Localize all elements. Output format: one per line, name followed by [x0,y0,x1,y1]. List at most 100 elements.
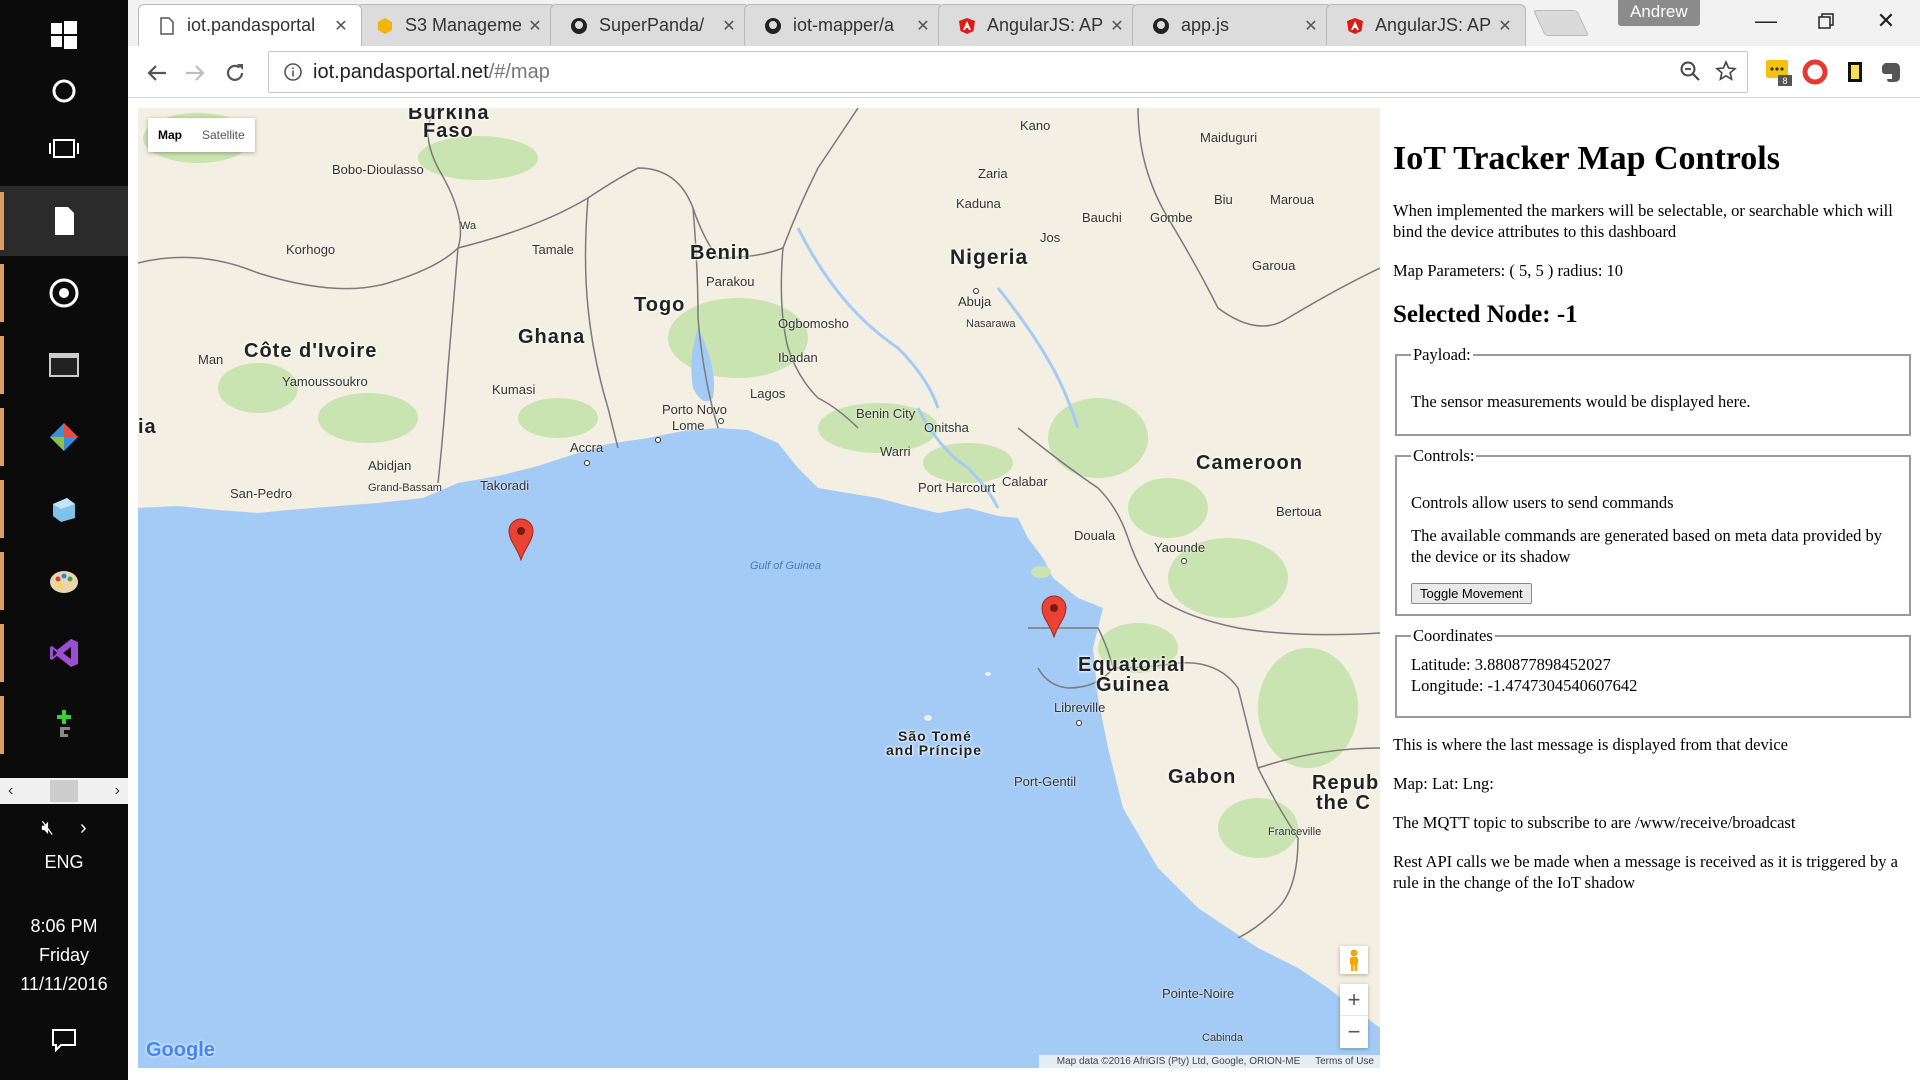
city-accra: Accra [570,440,604,455]
clock-time: 8:06 PM [30,916,98,936]
map-marker-1[interactable] [507,517,535,561]
tab-app-js[interactable]: app.js ✕ [1132,4,1332,46]
info-icon[interactable] [283,62,303,82]
close-icon[interactable]: ✕ [721,16,737,36]
map-parameters: Map Parameters: ( 5, 5 ) radius: 10 [1393,261,1624,280]
controls-text: Controls allow users to send commands [1411,493,1674,512]
taskbar-app-file[interactable] [0,186,128,256]
evernote-button[interactable] [1876,57,1906,87]
taskbar-app-visual-studio[interactable] [0,618,128,688]
reload-button[interactable] [218,56,252,90]
taskbar-app-extra[interactable] [0,690,128,760]
minimize-button[interactable]: — [1736,4,1796,38]
close-icon[interactable]: ✕ [527,16,543,36]
profile-button[interactable]: Andrew [1618,0,1700,26]
task-view-button[interactable] [0,114,128,184]
city-franceville: Franceville [1268,826,1322,838]
back-button[interactable] [140,56,174,90]
language-indicator[interactable]: ENG [0,852,128,873]
zoom-icon[interactable] [1679,60,1701,82]
taskbar-clock[interactable]: 8:06 PM Friday 11/11/2016 [0,912,128,999]
tab-superpanda[interactable]: SuperPanda/ ✕ [550,4,750,46]
city-warri: Warri [880,444,911,459]
city-pointe-noire: Pointe-Noire [1162,986,1235,1001]
map-type-satellite-button[interactable]: Satellite [192,128,255,142]
city-abuja: Abuja [958,294,992,309]
city-gombe: Gombe [1150,210,1193,225]
city-ogbomosho: Ogbomosho [778,316,849,331]
taskbar-app-azure[interactable] [0,474,128,544]
tab-label: AngularJS: AP [1375,15,1491,35]
black-yellow-extension-button[interactable] [1840,57,1870,87]
scroll-left-icon[interactable]: ‹ [8,782,13,800]
aws-icon [375,16,395,36]
close-window-button[interactable]: ✕ [1856,4,1916,38]
scroll-thumb[interactable] [50,780,78,802]
close-icon[interactable]: ✕ [1303,16,1319,36]
new-tab-button[interactable] [1532,10,1590,36]
address-bar[interactable]: iot.pandasportal.net/#/map [268,51,1748,93]
angular-icon [957,16,977,36]
google-map[interactable]: Burkina Faso Nigeria Benin Togo Ghana Cô… [138,108,1380,1068]
taskbar-app-gitkraken[interactable] [0,402,128,472]
label-ia: ia [138,416,157,438]
toggle-movement-button[interactable]: Toggle Movement [1411,583,1532,604]
close-icon: ✕ [1876,8,1896,33]
angular-icon [1345,16,1365,36]
restore-button[interactable] [1796,4,1856,38]
close-icon[interactable]: ✕ [333,16,349,36]
windows-logo-icon [51,21,77,49]
scroll-right-icon[interactable]: › [115,782,120,800]
label-gabon: Gabon [1168,766,1237,788]
taskbar-app-paint[interactable] [0,546,128,616]
forward-button[interactable] [178,56,212,90]
tab-angularjs-api-2[interactable]: AngularJS: AP ✕ [1326,4,1526,46]
coordinates-fieldset: Coordinates Latitude: 3.880877898452027 … [1395,626,1911,718]
city-bertoua: Bertoua [1276,504,1322,519]
city-lagos: Lagos [750,386,786,401]
github-icon [569,16,589,36]
tab-angularjs-api-1[interactable]: AngularJS: AP ✕ [938,4,1138,46]
chrome-icon [49,278,79,308]
city-calabar: Calabar [1002,474,1048,489]
city-parakou: Parakou [706,274,755,289]
map-type-map-button[interactable]: Map [148,128,192,142]
terms-of-use-link[interactable]: Terms of Use [1315,1056,1374,1067]
action-center-button[interactable] [0,1020,128,1060]
intro-text: When implemented the markers will be sel… [1393,201,1893,241]
zoom-out-button[interactable]: − [1340,1016,1368,1048]
volume-muted-icon[interactable]: 🔇︎ [41,817,54,840]
commands-text: The available commands are generated bas… [1411,526,1882,566]
street-view-pegman[interactable] [1340,946,1368,974]
tab-label: app.js [1181,15,1230,35]
coordinates-legend: Coordinates [1413,626,1493,645]
reload-icon [226,64,244,81]
close-icon[interactable]: ✕ [915,16,931,36]
city-lome: Lome [672,418,705,433]
chevron-right-icon[interactable]: › [80,817,87,840]
tab-iot-mapper[interactable]: iot-mapper/a ✕ [744,4,944,46]
tab-iot-pandasportal[interactable]: iot.pandasportal ✕ [138,4,362,46]
visual-studio-icon [50,639,78,667]
city-nasarawa: Nasarawa [966,318,1016,330]
map-marker-2[interactable] [1040,594,1068,638]
bookmark-star-icon[interactable] [1715,60,1737,82]
extension-badge-button[interactable]: 8 [1764,57,1794,87]
taskbar-app-chrome[interactable] [0,258,128,328]
opera-extension-button[interactable] [1800,57,1830,87]
city-zaria: Zaria [978,166,1008,181]
city-dot [973,288,979,294]
google-logo: Google [146,1039,215,1062]
map-data-credit: Map data ©2016 AfriGIS (Pty) Ltd, Google… [1056,1056,1301,1067]
city-kaduna: Kaduna [956,196,1001,211]
tab-label: iot.pandasportal [187,15,316,35]
tab-s3-management[interactable]: S3 Management ✕ [356,4,556,46]
taskbar-app-terminal[interactable] [0,330,128,400]
close-icon[interactable]: ✕ [1109,16,1125,36]
taskbar-scrollbar[interactable]: ‹ › [0,778,128,804]
zoom-in-button[interactable]: + [1340,984,1368,1016]
city-wa: Wa [460,220,477,232]
arrow-left-icon [147,65,166,81]
city-garoua: Garoua [1252,258,1296,273]
close-icon[interactable]: ✕ [1497,16,1513,36]
